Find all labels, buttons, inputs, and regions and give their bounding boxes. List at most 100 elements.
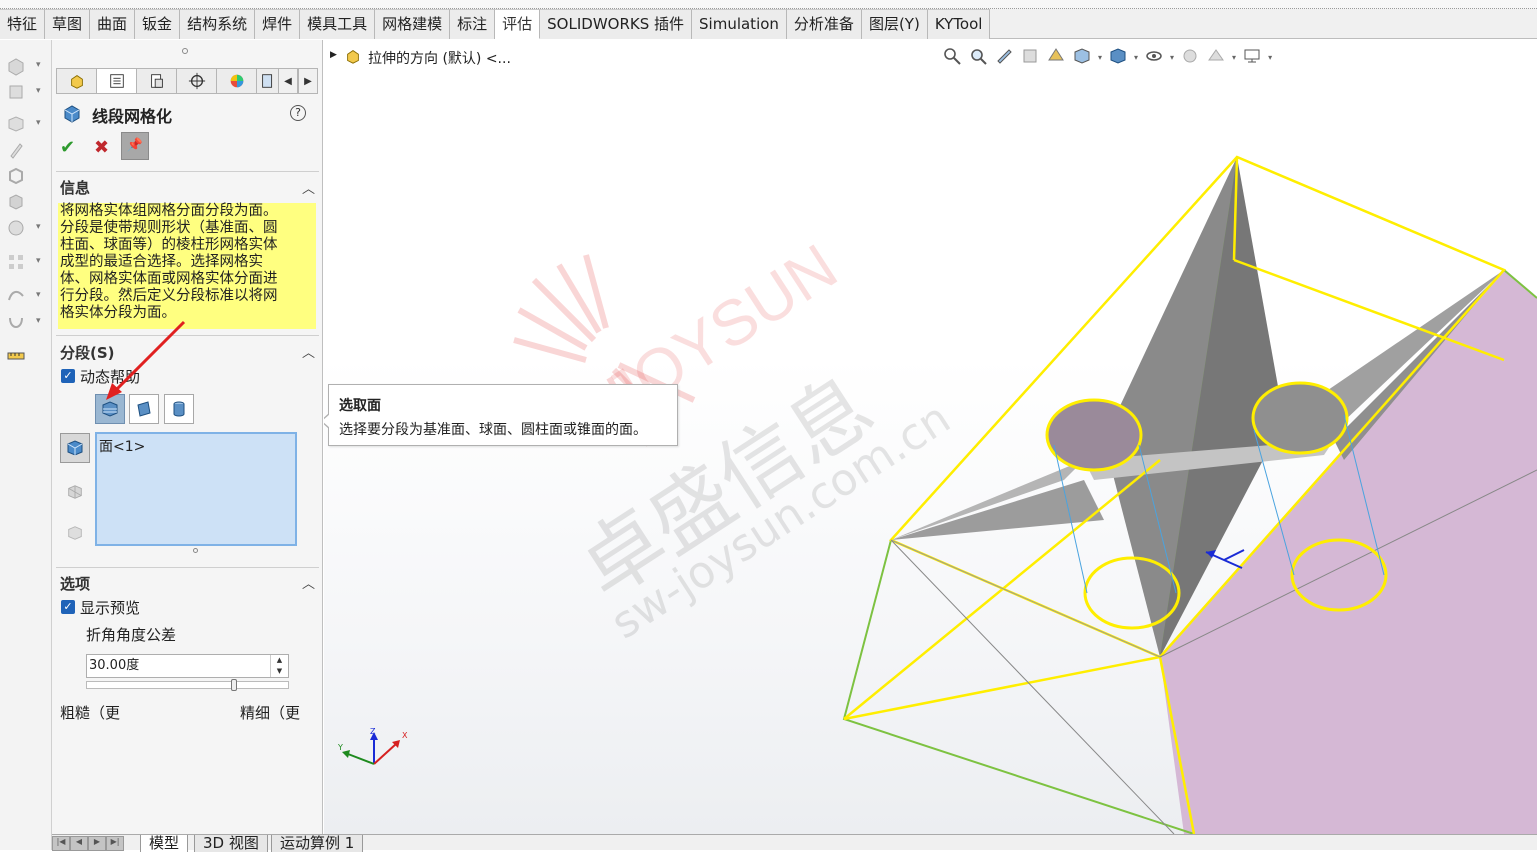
dynamic-help-checkbox[interactable]: ✓ [61,369,75,383]
dropdown-arrow-icon[interactable]: ▾ [1134,53,1138,62]
cancel-button[interactable]: ✖ [94,137,114,158]
sweep-icon[interactable] [6,312,28,332]
info-section-header[interactable]: 信息 [60,177,90,198]
tree-expand-icon[interactable]: ▶ [330,50,337,60]
view-settings-icon[interactable] [1242,46,1264,68]
dropdown-arrow-icon[interactable]: ▾ [1098,53,1102,62]
measure-icon[interactable] [6,346,28,366]
tab-more[interactable] [256,68,278,94]
options-section-header[interactable]: 选项 [60,573,90,594]
tab-scroll-left-button[interactable]: ◀ [278,68,298,94]
dropdown-arrow-icon[interactable]: ▾ [36,222,41,232]
dropdown-arrow-icon[interactable]: ▾ [36,86,41,96]
show-preview-checkbox[interactable]: ✓ [61,600,75,614]
pin-button[interactable]: 📌 [121,132,149,160]
dropdown-arrow-icon[interactable]: ▾ [36,118,41,128]
section-view-icon[interactable] [1020,46,1042,68]
tab-sheet-metal[interactable]: 钣金 [135,9,181,39]
boss-extrude-icon[interactable] [6,56,28,76]
tab-3d-views[interactable]: 3D 视图 [194,835,268,852]
dropdown-arrow-icon[interactable]: ▾ [36,256,41,266]
hole-top-left[interactable] [1045,398,1143,472]
spin-down-icon[interactable]: ▼ [270,666,288,677]
mesh-facets-icon[interactable] [66,483,84,501]
view-orientation-icon[interactable] [1072,46,1094,68]
angle-spinner[interactable]: ▲ ▼ [270,655,288,677]
linear-pattern-icon[interactable] [6,252,28,272]
hide-show-items-icon[interactable] [1144,46,1166,68]
tab-layers[interactable]: 图层(Y) [861,9,928,39]
shell-icon[interactable] [6,166,28,186]
dropdown-arrow-icon[interactable]: ▾ [1232,53,1236,62]
dropdown-arrow-icon[interactable]: ▾ [1268,53,1272,62]
collapse-caret-icon[interactable]: ︿ [302,342,315,361]
display-style-icon[interactable] [1108,46,1130,68]
face-selection-icon[interactable] [60,433,90,463]
tab-structure-system[interactable]: 结构系统 [180,9,256,39]
mesh-body-icon[interactable] [66,524,84,542]
tab-surfaces[interactable]: 曲面 [90,9,136,39]
tab-features[interactable]: 特征 [0,9,46,39]
list-item[interactable]: 面<1> [99,439,145,455]
tab-configurationmanager[interactable] [136,68,176,94]
dropdown-arrow-icon[interactable]: ▾ [36,60,41,70]
tab-analysis-preparation[interactable]: 分析准备 [786,9,862,39]
tab-scroll-right-button[interactable]: ▶ [298,68,318,94]
planar-face-button[interactable] [129,394,159,424]
tab-simulation[interactable]: Simulation [692,9,787,39]
list-resize-grip[interactable] [193,548,198,553]
selection-list[interactable]: 面<1> [95,432,297,546]
tab-dimxpertmanager[interactable] [176,68,216,94]
dynamic-annotation-icon[interactable] [1046,46,1068,68]
tab-mesh-modeling[interactable]: 网格建模 [375,9,451,39]
tab-featuremanager[interactable] [56,68,96,94]
tab-evaluate[interactable]: 评估 [495,9,541,39]
spin-up-icon[interactable]: ▲ [270,655,288,666]
show-preview-label[interactable]: 显示预览 [80,597,140,618]
angle-tolerance-input[interactable]: 30.00度 [86,654,289,678]
last-tab-button[interactable]: ▶| [106,836,124,851]
apply-scene-icon[interactable] [1206,46,1228,68]
dropdown-arrow-icon[interactable]: ▾ [36,316,41,326]
draft-icon[interactable] [6,192,28,212]
zoom-to-area-icon[interactable] [968,46,990,68]
tab-mold-tools[interactable]: 模具工具 [300,9,376,39]
slider-thumb[interactable] [231,679,237,691]
tab-weldments[interactable]: 焊件 [255,9,301,39]
tab-markup[interactable]: 标注 [450,9,496,39]
direction-arrow-icon[interactable] [1205,549,1245,569]
ok-button[interactable]: ✔ [60,137,80,158]
first-tab-button[interactable]: |◀ [52,836,70,851]
edit-appearance-icon[interactable] [1180,46,1202,68]
tab-solidworks-addins[interactable]: SOLIDWORKS 插件 [540,9,693,39]
select-face-button[interactable] [95,394,125,424]
fillet-icon[interactable] [6,114,28,134]
zoom-to-fit-icon[interactable] [942,46,964,68]
cylindrical-face-button[interactable] [164,394,194,424]
cut-extrude-icon[interactable] [6,82,28,102]
segment-section-header[interactable]: 分段(S) [60,342,115,363]
reference-geometry-icon[interactable] [6,218,28,238]
tab-kytool[interactable]: KYTool [927,9,991,39]
tab-model[interactable]: 模型 [140,835,189,852]
previous-tab-button[interactable]: ◀ [70,836,88,851]
help-button[interactable]: ? [290,105,306,121]
collapse-caret-icon[interactable]: ︿ [302,573,315,592]
tab-motion-study[interactable]: 运动算例 1 [271,835,364,852]
dynamic-help-label[interactable]: 动态帮助 [80,366,140,387]
hole-top-right[interactable] [1251,381,1349,455]
ribbon-collapse-grip[interactable] [0,0,1537,9]
tab-sketch[interactable]: 草图 [45,9,91,39]
tab-displaymanager[interactable] [216,68,256,94]
collapse-caret-icon[interactable]: ︿ [302,178,315,197]
graphics-area[interactable]: JOYSUN 卓盛信息 sw-joysun.com.cn ▶ 拉伸的方向 (默认… [324,40,1537,834]
dropdown-arrow-icon[interactable]: ▾ [1170,53,1174,62]
feature-tree-root[interactable]: 拉伸的方向 (默认) <... [368,48,511,68]
angle-slider[interactable] [86,679,289,691]
previous-view-icon[interactable] [994,46,1016,68]
curves-icon[interactable] [6,286,28,306]
tab-propertymanager[interactable] [96,68,136,94]
next-tab-button[interactable]: ▶ [88,836,106,851]
panel-resize-grip[interactable] [182,48,188,54]
rib-icon[interactable] [6,140,28,160]
